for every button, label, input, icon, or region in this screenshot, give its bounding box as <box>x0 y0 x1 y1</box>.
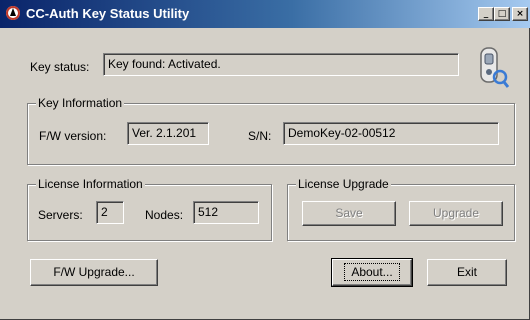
maximize-button[interactable]: □ <box>494 7 510 21</box>
fw-upgrade-button[interactable]: F/W Upgrade... <box>30 259 158 286</box>
main-window: CC-Auth Key Status Utility _ □ × Key sta… <box>0 0 530 320</box>
save-button[interactable]: Save <box>302 201 396 226</box>
nodes-field: 512 <box>193 201 259 224</box>
key-information-legend: Key Information <box>36 96 125 110</box>
upgrade-button[interactable]: Upgrade <box>409 201 503 226</box>
license-upgrade-legend: License Upgrade <box>296 177 391 191</box>
key-status-field: Key found: Activated. <box>103 53 459 76</box>
servers-label: Servers: <box>38 208 83 222</box>
window-title: CC-Auth Key Status Utility <box>26 6 190 21</box>
key-status-label: Key status: <box>30 60 90 74</box>
title-bar[interactable]: CC-Auth Key Status Utility _ □ × <box>0 0 530 28</box>
fw-version-label: F/W version: <box>39 129 107 143</box>
minimize-button[interactable]: _ <box>478 7 494 21</box>
client-area: Key status: Key found: Activated. Key In… <box>0 28 530 320</box>
servers-field: 2 <box>96 201 124 224</box>
nodes-label: Nodes: <box>145 208 184 222</box>
about-button-label: About... <box>344 263 400 281</box>
fw-version-field: Ver. 2.1.201 <box>127 122 209 145</box>
sn-field: DemoKey-02-00512 <box>283 122 499 145</box>
app-icon[interactable] <box>6 6 20 20</box>
license-information-legend: License Information <box>36 177 145 191</box>
close-button[interactable]: × <box>512 7 528 21</box>
usb-key-icon <box>480 47 509 88</box>
exit-button[interactable]: Exit <box>427 259 507 286</box>
sn-label: S/N: <box>248 129 272 143</box>
about-button[interactable]: About... <box>331 258 413 287</box>
